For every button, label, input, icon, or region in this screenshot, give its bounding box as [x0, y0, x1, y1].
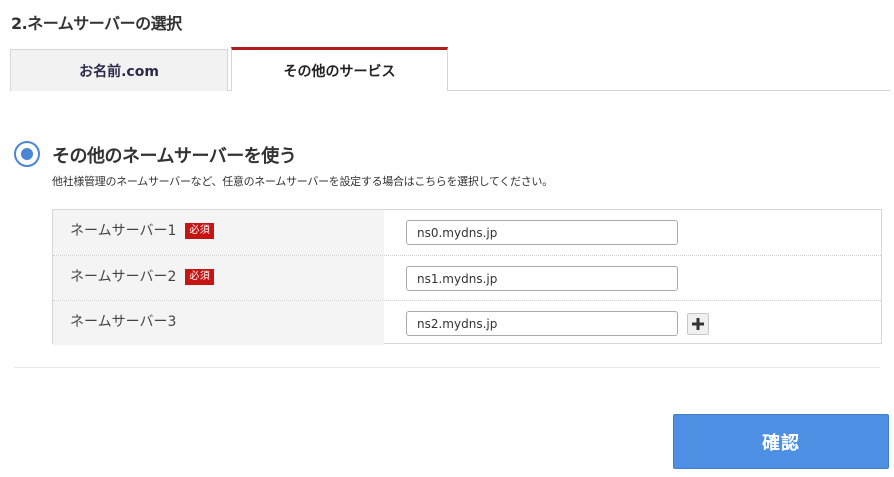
nameserver-table: ネームサーバー1 必須 ネームサーバー2 必須 ネームサーバー3	[52, 209, 882, 345]
radio-other-nameserver[interactable]	[14, 141, 40, 167]
nameserver-2-input[interactable]	[406, 266, 678, 291]
nameserver-row-1: ネームサーバー1 必須	[53, 210, 881, 255]
label-cell: ネームサーバー3	[53, 301, 384, 345]
tab-onamae[interactable]: お名前.com	[10, 49, 228, 91]
plus-icon	[692, 318, 704, 330]
nameserver-1-label-text: ネームサーバー1	[70, 223, 177, 239]
nameserver-settings-page: 2.ネームサーバーの選択 お名前.com その他のサービス その他のネームサーバ…	[0, 0, 894, 477]
option-description: 他社様管理のネームサーバーなど、任意のネームサーバーを設定する場合はこちらを選択…	[52, 175, 553, 188]
nameserver-3-label: ネームサーバー3	[70, 311, 176, 331]
option-label[interactable]: その他のネームサーバーを使う	[52, 142, 297, 168]
required-badge: 必須	[185, 223, 215, 239]
nameserver-row-2: ネームサーバー2 必須	[53, 255, 881, 300]
confirm-button[interactable]: 確認	[673, 414, 889, 469]
radio-selected-dot	[21, 148, 33, 160]
add-nameserver-button[interactable]	[687, 313, 709, 335]
nameserver-3-label-text: ネームサーバー3	[70, 314, 177, 330]
label-cell: ネームサーバー2 必須	[53, 256, 384, 300]
nameserver-1-label: ネームサーバー1 必須	[70, 220, 215, 240]
nameserver-1-input[interactable]	[406, 220, 678, 245]
label-cell: ネームサーバー1 必須	[53, 210, 384, 255]
nameserver-2-label: ネームサーバー2 必須	[70, 266, 215, 286]
nameserver-3-input[interactable]	[406, 311, 678, 336]
section-divider	[14, 367, 880, 368]
nameserver-row-3: ネームサーバー3	[53, 300, 881, 345]
required-badge: 必須	[185, 269, 215, 285]
nameserver-2-label-text: ネームサーバー2	[70, 269, 177, 285]
tab-bar: お名前.com その他のサービス	[10, 47, 890, 91]
tab-other-service[interactable]: その他のサービス	[231, 47, 448, 91]
section-title: 2.ネームサーバーの選択	[11, 14, 182, 33]
